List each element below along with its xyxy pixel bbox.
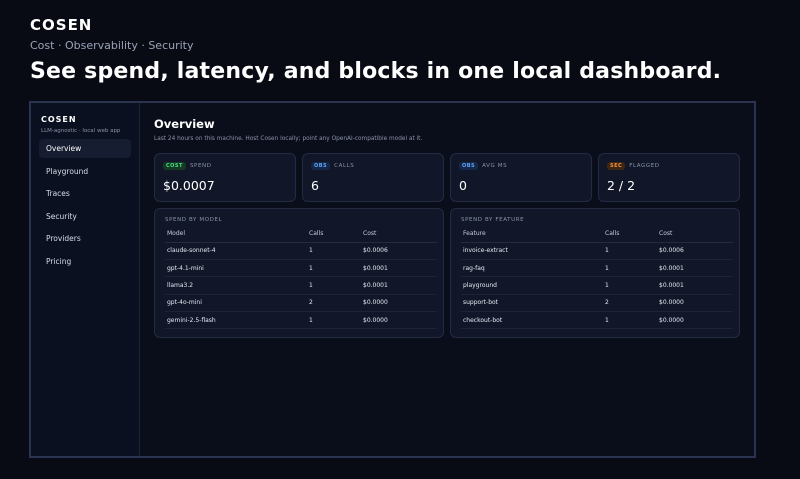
page-subtitle: Last 24 hours on this machine. Host Cose…	[154, 136, 423, 142]
table-row: gemini-2.5-flash 1 $0.0000	[165, 311, 437, 330]
stat-label: AVG MS	[482, 163, 508, 169]
table-cell: invoice-extract	[461, 242, 603, 260]
stat-card-avg-ms: OBS AVG MS 0	[450, 153, 592, 202]
table-cell: llama3.2	[165, 276, 307, 295]
table-row: support-bot 2 $0.0000	[461, 294, 733, 313]
stat-value-avg-ms: 0	[459, 178, 467, 193]
obs-badge: OBS	[459, 162, 479, 170]
table-cell: $0.0001	[361, 276, 437, 295]
stat-card-flagged: SEC FLAGGED 2 / 2	[598, 153, 740, 202]
table-cell: 1	[307, 276, 361, 295]
column-header: Cost	[657, 226, 733, 243]
page-title: Overview	[154, 117, 215, 131]
stat-card-calls: OBS CALLS 6	[302, 153, 444, 202]
main-content: Overview Last 24 hours on this machine. …	[140, 103, 754, 456]
table-header-row: Model Calls Cost	[165, 226, 437, 243]
sidebar-item-traces[interactable]: Traces	[39, 184, 131, 203]
sidebar-item-security[interactable]: Security	[39, 207, 131, 226]
spend-by-feature-table: Feature Calls Cost invoice-extract 1 $0.…	[461, 226, 733, 330]
panel-title: SPEND BY MODEL	[165, 217, 223, 223]
table-cell: $0.0000	[361, 311, 437, 330]
hero-header: COSEN Cost · Observability · Security Se…	[30, 16, 721, 84]
stat-value-calls: 6	[311, 178, 319, 193]
table-cell: $0.0000	[361, 294, 437, 313]
stat-label: SPEND	[189, 163, 212, 169]
sidebar: COSEN LLM-agnostic · local web app Overv…	[31, 103, 140, 456]
stat-card-spend: COST SPEND $0.0007	[154, 153, 296, 202]
sidebar-item-overview[interactable]: Overview	[39, 139, 131, 158]
table-row: claude-sonnet-4 1 $0.0006	[165, 242, 437, 260]
sidebar-item-pricing[interactable]: Pricing	[39, 252, 131, 271]
table-cell: 1	[603, 276, 657, 295]
stats-row: COST SPEND $0.0007 OBS CALLS 6 OBS AVG M…	[154, 153, 740, 202]
cost-badge: COST	[163, 162, 186, 170]
spend-by-model-table: Model Calls Cost claude-sonnet-4 1 $0.00…	[165, 226, 437, 330]
panels-row: SPEND BY MODEL Model Calls Cost claude-s…	[154, 208, 740, 338]
spend-by-model-panel: SPEND BY MODEL Model Calls Cost claude-s…	[154, 208, 444, 338]
column-header: Cost	[361, 226, 437, 243]
column-header: Feature	[461, 226, 603, 243]
table-row: rag-faq 1 $0.0001	[461, 259, 733, 278]
table-cell: $0.0006	[361, 242, 437, 260]
table-row: playground 1 $0.0001	[461, 276, 733, 295]
table-cell: $0.0000	[657, 294, 733, 313]
table-cell: 1	[307, 259, 361, 278]
hero-tagline: Cost · Observability · Security	[30, 39, 194, 52]
table-cell: 1	[603, 311, 657, 330]
table-cell: 2	[307, 294, 361, 313]
table-row: invoice-extract 1 $0.0006	[461, 242, 733, 260]
table-cell: 2	[603, 294, 657, 313]
obs-badge: OBS	[311, 162, 331, 170]
stat-value-spend: $0.0007	[163, 178, 215, 193]
table-cell: $0.0006	[657, 242, 733, 260]
table-cell: support-bot	[461, 294, 603, 313]
table-cell: $0.0001	[657, 259, 733, 278]
table-cell: playground	[461, 276, 603, 295]
spend-by-feature-panel: SPEND BY FEATURE Feature Calls Cost invo…	[450, 208, 740, 338]
table-cell: $0.0000	[657, 311, 733, 330]
table-row: gpt-4o-mini 2 $0.0000	[165, 294, 437, 313]
hero-headline: See spend, latency, and blocks in one lo…	[30, 59, 722, 84]
sec-badge: SEC	[607, 162, 626, 170]
table-cell: gpt-4o-mini	[165, 294, 307, 313]
table-cell: claude-sonnet-4	[165, 242, 307, 260]
table-cell: gpt-4.1-mini	[165, 259, 307, 278]
stat-label: FLAGGED	[629, 163, 660, 169]
column-header: Calls	[603, 226, 657, 243]
table-header-row: Feature Calls Cost	[461, 226, 733, 243]
column-header: Model	[165, 226, 307, 243]
sidebar-subtitle: LLM-agnostic · local web app	[41, 128, 121, 134]
table-cell: rag-faq	[461, 259, 603, 278]
table-cell: $0.0001	[657, 276, 733, 295]
panel-title: SPEND BY FEATURE	[461, 217, 525, 223]
table-cell: 1	[307, 311, 361, 330]
sidebar-item-playground[interactable]: Playground	[39, 162, 131, 181]
column-header: Calls	[307, 226, 361, 243]
table-cell: 1	[307, 242, 361, 260]
sidebar-item-providers[interactable]: Providers	[39, 229, 131, 248]
table-cell: 1	[603, 259, 657, 278]
sidebar-brand: COSEN	[41, 115, 77, 124]
app-window: COSEN LLM-agnostic · local web app Overv…	[29, 101, 756, 458]
table-cell: checkout-bot	[461, 311, 603, 330]
table-cell: gemini-2.5-flash	[165, 311, 307, 330]
table-cell: 1	[603, 242, 657, 260]
table-row: llama3.2 1 $0.0001	[165, 276, 437, 295]
table-cell: $0.0001	[361, 259, 437, 278]
sidebar-nav: Overview Playground Traces Security Prov…	[39, 139, 131, 271]
stat-label: CALLS	[334, 163, 355, 169]
table-row: checkout-bot 1 $0.0000	[461, 311, 733, 330]
table-row: gpt-4.1-mini 1 $0.0001	[165, 259, 437, 278]
stat-value-flagged: 2 / 2	[607, 178, 636, 193]
hero-brand: COSEN	[30, 16, 93, 34]
